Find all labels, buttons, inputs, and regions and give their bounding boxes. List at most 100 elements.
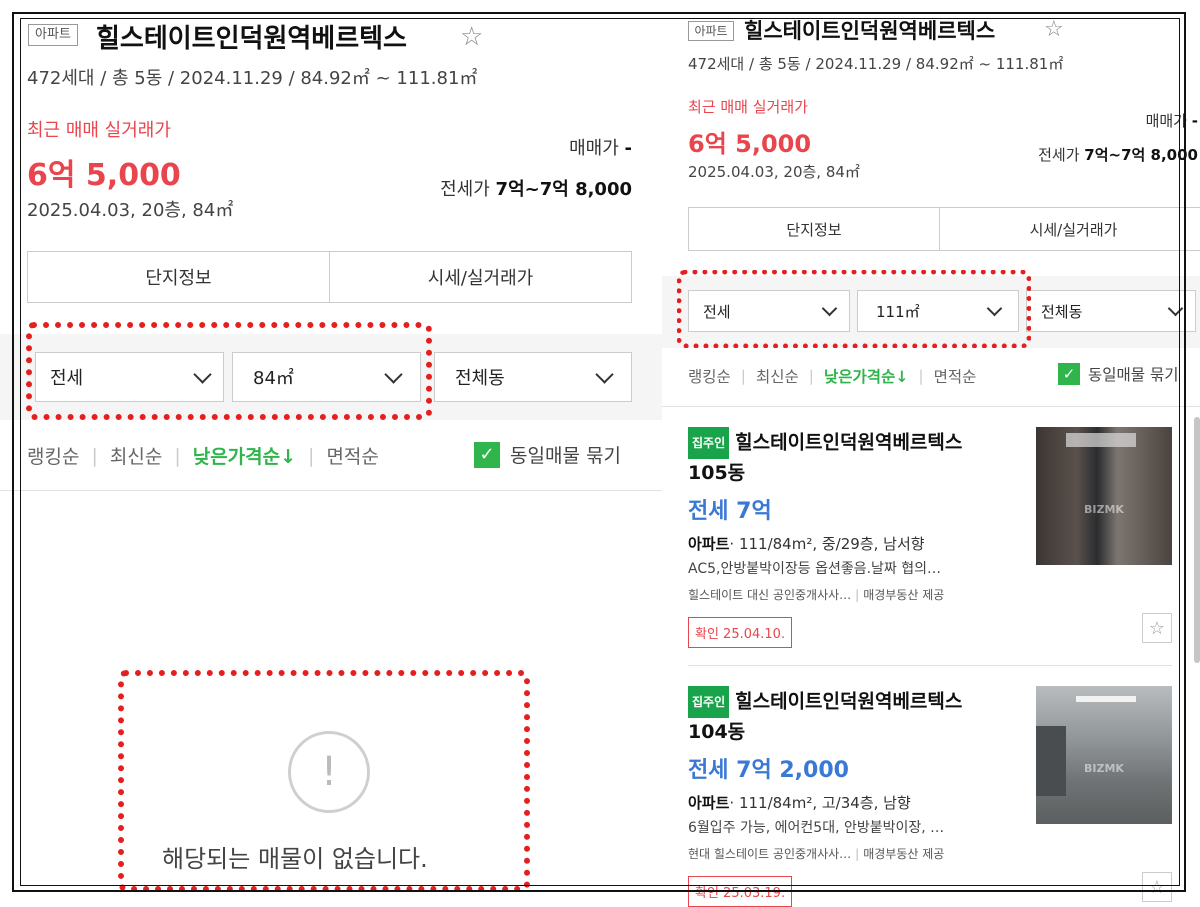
agent-name[interactable]: 힐스테이트 대신 공인중개사사… — [688, 588, 851, 602]
favorite-star-icon[interactable]: ☆ — [1044, 17, 1064, 42]
complex-title: 힐스테이트인덕원역베르텍스 — [96, 24, 407, 54]
sort-divider: | — [91, 444, 98, 467]
complex-title: 힐스테이트인덕원역베르텍스 — [744, 19, 996, 43]
group-same-listings-label: 동일매물 묶기 — [510, 445, 621, 467]
listing-type: 아파트 — [688, 794, 730, 812]
chevron-down-icon — [1167, 300, 1184, 316]
info-tabs: 단지정보 시세/실거래가 — [27, 251, 632, 303]
dong-select[interactable]: 전체동 — [434, 352, 632, 402]
chevron-down-icon — [384, 364, 403, 384]
left-panel: 아파트 힐스테이트인덕원역베르텍스 ☆ 472세대 / 총 5동 / 2024.… — [0, 0, 662, 907]
listing-star-icon[interactable]: ☆ — [1142, 872, 1172, 902]
group-same-listings-label: 동일매물 묶기 — [1088, 366, 1179, 384]
area-select[interactable]: 111㎡ — [857, 290, 1019, 332]
checkbox-checked-icon[interactable]: ✓ — [1058, 363, 1080, 385]
recent-trade-label: 최근 매매 실거래가 — [688, 98, 808, 116]
listing-description: AC5,안방붙박이장등 옵션좋음.날짜 협의… — [688, 561, 942, 577]
jeonse-price-row: 전세가 7억~7억 8,000 — [440, 179, 632, 200]
listing-star-icon[interactable]: ☆ — [1142, 613, 1172, 643]
owner-badge: 집주인 — [688, 427, 730, 459]
recent-trade-date: 2025.04.03, 20층, 84㎡ — [27, 200, 234, 221]
sort-ranking[interactable]: 랭킹순 — [688, 365, 731, 387]
trade-type-select[interactable]: 전세 — [688, 290, 850, 332]
empty-message: 해당되는 매물이 없습니다. — [162, 845, 428, 873]
exclamation-icon: ! — [288, 731, 370, 813]
scrollbar[interactable] — [1194, 417, 1200, 663]
jeonse-price-row: 전세가 7억~7억 8,000 — [1038, 146, 1198, 164]
area-value: 111㎡ — [876, 302, 920, 321]
data-provider: 매경부동산 제공 — [863, 847, 945, 861]
checkbox-checked-icon[interactable]: ✓ — [474, 441, 500, 468]
dong-value: 전체동 — [1041, 302, 1083, 321]
agent-divider: | — [855, 588, 860, 602]
tab-complex-info[interactable]: 단지정보 — [28, 252, 329, 302]
property-type-badge: 아파트 — [688, 21, 734, 41]
sort-latest[interactable]: 최신순 — [110, 442, 162, 469]
confirm-date-badge: 확인 25.03.19. — [688, 876, 793, 907]
trade-type-value: 전세 — [50, 368, 84, 389]
dong-value: 전체동 — [455, 368, 505, 389]
listing-title-text: 힐스테이트인덕원역베르텍스 105동 — [688, 431, 963, 485]
chevron-down-icon — [821, 300, 838, 316]
listing-item[interactable]: 집주인 힐스테이트인덕원역베르텍스 105동 전세 7억 아파트· 111/84m… — [688, 427, 1172, 648]
tab-price-history[interactable]: 시세/실거래가 — [329, 252, 631, 302]
tab-complex-info[interactable]: 단지정보 — [689, 208, 939, 250]
sort-latest[interactable]: 최신순 — [756, 365, 799, 387]
listing-spec: · 111/84m², 중/29층, 남서향 — [729, 535, 925, 553]
sort-area[interactable]: 면적순 — [934, 365, 977, 387]
dong-select[interactable]: 전체동 — [1026, 290, 1196, 332]
sort-divider: | — [808, 367, 815, 385]
group-same-listings[interactable]: ✓ 동일매물 묶기 — [474, 441, 621, 468]
complex-meta: 472세대 / 총 5동 / 2024.11.29 / 84.92㎡ ~ 111… — [688, 55, 1064, 73]
tab-price-history[interactable]: 시세/실거래가 — [939, 208, 1200, 250]
sort-low-price[interactable]: 낮은가격순↓ — [824, 365, 908, 387]
listing-photo[interactable]: BIZMK — [1036, 686, 1172, 824]
sort-divider: | — [308, 444, 315, 467]
trade-type-select[interactable]: 전세 — [35, 352, 224, 402]
agent-name[interactable]: 현대 힐스테이트 공인중개사사… — [688, 847, 851, 861]
divider — [0, 490, 662, 491]
listing-agent: 힐스테이트 대신 공인중개사사… | 매경부동산 제공 — [688, 586, 1172, 603]
area-select[interactable]: 84㎡ — [232, 352, 421, 402]
group-same-listings[interactable]: ✓ 동일매물 묶기 — [1058, 363, 1179, 385]
divider — [662, 406, 1200, 407]
sale-price-row: 매매가 - — [569, 138, 632, 159]
favorite-star-icon[interactable]: ☆ — [460, 22, 483, 52]
complex-meta: 472세대 / 총 5동 / 2024.11.29 / 84.92㎡ ~ 111… — [27, 68, 478, 89]
listing-title-text: 힐스테이트인덕원역베르텍스 104동 — [688, 690, 963, 744]
listing-description: 6월입주 가능, 에어컨5대, 안방붙박이장, … — [688, 820, 945, 836]
listing-item[interactable]: 집주인 힐스테이트인덕원역베르텍스 104동 전세 7억 2,000 아파트· 1… — [688, 686, 1172, 907]
ceiling-light — [1066, 433, 1136, 447]
ceiling-light — [1076, 696, 1136, 702]
chevron-down-icon — [193, 364, 212, 384]
chevron-down-icon — [595, 364, 614, 384]
agent-divider: | — [855, 847, 860, 861]
sort-options: 랭킹순 | 최신순 | 낮은가격순↓ | 면적순 — [688, 365, 976, 387]
sort-divider: | — [918, 367, 924, 385]
confirm-date-badge: 확인 25.04.10. — [688, 617, 793, 648]
sort-options: 랭킹순 | 최신순 | 낮은가격순↓ | 면적순 — [27, 442, 379, 469]
sort-divider: | — [740, 367, 747, 385]
right-panel: 아파트 힐스테이트인덕원역베르텍스 ☆ 472세대 / 총 5동 / 2024.… — [662, 0, 1200, 907]
recent-trade-price: 6억 5,000 — [27, 158, 181, 193]
area-value: 84㎡ — [253, 368, 294, 389]
recent-trade-date: 2025.04.03, 20층, 84㎡ — [688, 163, 860, 181]
sort-low-price[interactable]: 낮은가격순↓ — [193, 442, 296, 469]
photo-watermark: BIZMK — [1084, 761, 1124, 775]
sort-divider: | — [174, 444, 181, 467]
listing-title[interactable]: 집주인 힐스테이트인덕원역베르텍스 104동 — [688, 686, 998, 746]
property-type-badge: 아파트 — [28, 24, 78, 46]
recent-trade-price: 6억 5,000 — [688, 130, 812, 158]
listing-title[interactable]: 집주인 힐스테이트인덕원역베르텍스 105동 — [688, 427, 998, 487]
sort-area[interactable]: 면적순 — [326, 442, 378, 469]
chevron-down-icon — [986, 300, 1003, 316]
sort-ranking[interactable]: 랭킹순 — [27, 442, 79, 469]
owner-badge: 집주인 — [688, 686, 730, 718]
trade-type-value: 전세 — [703, 302, 731, 321]
sale-price-row: 매매가 - — [1145, 112, 1198, 130]
listing-photo[interactable]: BIZMK — [1036, 427, 1172, 565]
recent-trade-label: 최근 매매 실거래가 — [27, 120, 171, 141]
data-provider: 매경부동산 제공 — [863, 588, 945, 602]
info-tabs: 단지정보 시세/실거래가 — [688, 207, 1200, 251]
listing-agent: 현대 힐스테이트 공인중개사사… | 매경부동산 제공 — [688, 845, 1172, 862]
